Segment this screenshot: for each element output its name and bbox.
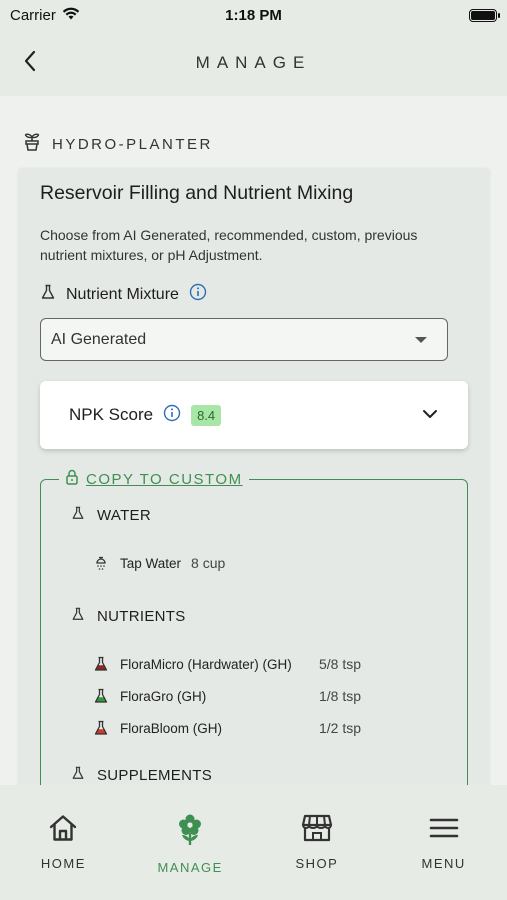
tab-manage-label: MANAGE [157, 860, 223, 875]
list-item: Tap Water 8 cup [93, 547, 467, 579]
water-group-title: WATER [97, 507, 151, 524]
water-group-header: WATER [71, 506, 467, 525]
flask-icon [71, 506, 85, 525]
home-icon [48, 813, 78, 848]
back-button[interactable] [18, 48, 42, 74]
npk-score-badge: 8.4 [191, 404, 222, 426]
battery-icon [469, 8, 500, 22]
npk-score-label: NPK Score [69, 405, 154, 424]
item-name: FloraGro (GH) [120, 688, 207, 704]
device-name: HYDRO-PLANTER [52, 135, 213, 153]
water-items: Tap Water 8 cup [71, 547, 467, 579]
tab-manage[interactable]: MANAGE [145, 813, 235, 900]
supplements-group-title: SUPPLEMENTS [97, 767, 212, 784]
chevron-down-icon[interactable] [422, 406, 438, 424]
recipe-box: COPY TO CUSTOM WATER Tap Water 8 cup NUT… [40, 469, 468, 785]
item-qty: 1/2 tsp [319, 720, 362, 736]
list-item: FloraMicro (Hardwater) (GH) 5/8 tsp [93, 648, 467, 680]
tab-bar: HOME MANAGE SHOP MENU [0, 785, 507, 900]
reservoir-card: Reservoir Filling and Nutrient Mixing Ch… [18, 168, 490, 785]
nutrients-group-title: NUTRIENTS [97, 608, 186, 625]
tab-menu-label: MENU [421, 856, 466, 871]
item-name: FloraMicro (Hardwater) (GH) [120, 656, 292, 672]
lock-icon [65, 469, 79, 490]
chevron-left-icon [24, 50, 36, 72]
item-qty: 5/8 tsp [319, 656, 362, 672]
flask-icon [40, 284, 56, 305]
page-title: MANAGE [195, 53, 312, 72]
nutrient-items: FloraMicro (Hardwater) (GH) 5/8 tsp Flor… [71, 648, 467, 744]
tab-home[interactable]: HOME [18, 813, 108, 900]
shop-icon [301, 813, 333, 848]
nutrient-mixture-select[interactable]: AI Generated [40, 318, 448, 361]
flask-green-icon [93, 688, 109, 704]
menu-icon [429, 813, 459, 848]
item-name: FloraBloom (GH) [120, 720, 223, 736]
plant-icon [175, 813, 205, 852]
nutrient-mixture-row: Nutrient Mixture [40, 283, 468, 306]
item-qty: 8 cup [191, 555, 226, 571]
item-qty: 1/8 tsp [319, 688, 362, 704]
nutrients-group-header: NUTRIENTS [71, 607, 467, 626]
carrier-label: Carrier [10, 6, 56, 24]
caret-down-icon [415, 336, 427, 343]
nav-header: MANAGE [0, 30, 507, 96]
sprout-icon [22, 132, 42, 157]
flask-icon [71, 607, 85, 626]
status-bar: Carrier 1:18 PM [0, 0, 507, 30]
wifi-icon [62, 7, 80, 24]
info-icon[interactable] [189, 283, 207, 306]
tab-home-label: HOME [40, 856, 86, 871]
flask-red-icon [93, 656, 109, 672]
info-icon[interactable] [163, 404, 181, 427]
list-item: FloraBloom (GH) 1/2 tsp [93, 712, 467, 744]
content-area: HYDRO-PLANTER Reservoir Filling and Nutr… [0, 96, 507, 785]
tab-menu[interactable]: MENU [399, 813, 489, 900]
item-name: Tap Water [120, 555, 182, 571]
tab-shop[interactable]: SHOP [272, 813, 362, 900]
nutrient-mixture-label: Nutrient Mixture [66, 285, 179, 303]
flask-red-icon [93, 720, 109, 736]
tap-water-icon [93, 555, 109, 571]
copy-to-custom-label: COPY TO CUSTOM [86, 471, 243, 488]
tab-shop-label: SHOP [295, 856, 339, 871]
device-row: HYDRO-PLANTER [0, 96, 507, 166]
list-item: FloraGro (GH) 1/8 tsp [93, 680, 467, 712]
copy-to-custom-button[interactable]: COPY TO CUSTOM [59, 469, 249, 490]
card-title: Reservoir Filling and Nutrient Mixing [40, 182, 354, 204]
card-description: Choose from AI Generated, recommended, c… [40, 227, 418, 263]
dropdown-value: AI Generated [51, 330, 147, 348]
status-left: Carrier [10, 7, 80, 24]
flask-icon [71, 766, 85, 785]
supplements-group-header: SUPPLEMENTS [71, 766, 467, 785]
npk-score-panel[interactable]: NPK Score 8.4 [40, 381, 468, 449]
